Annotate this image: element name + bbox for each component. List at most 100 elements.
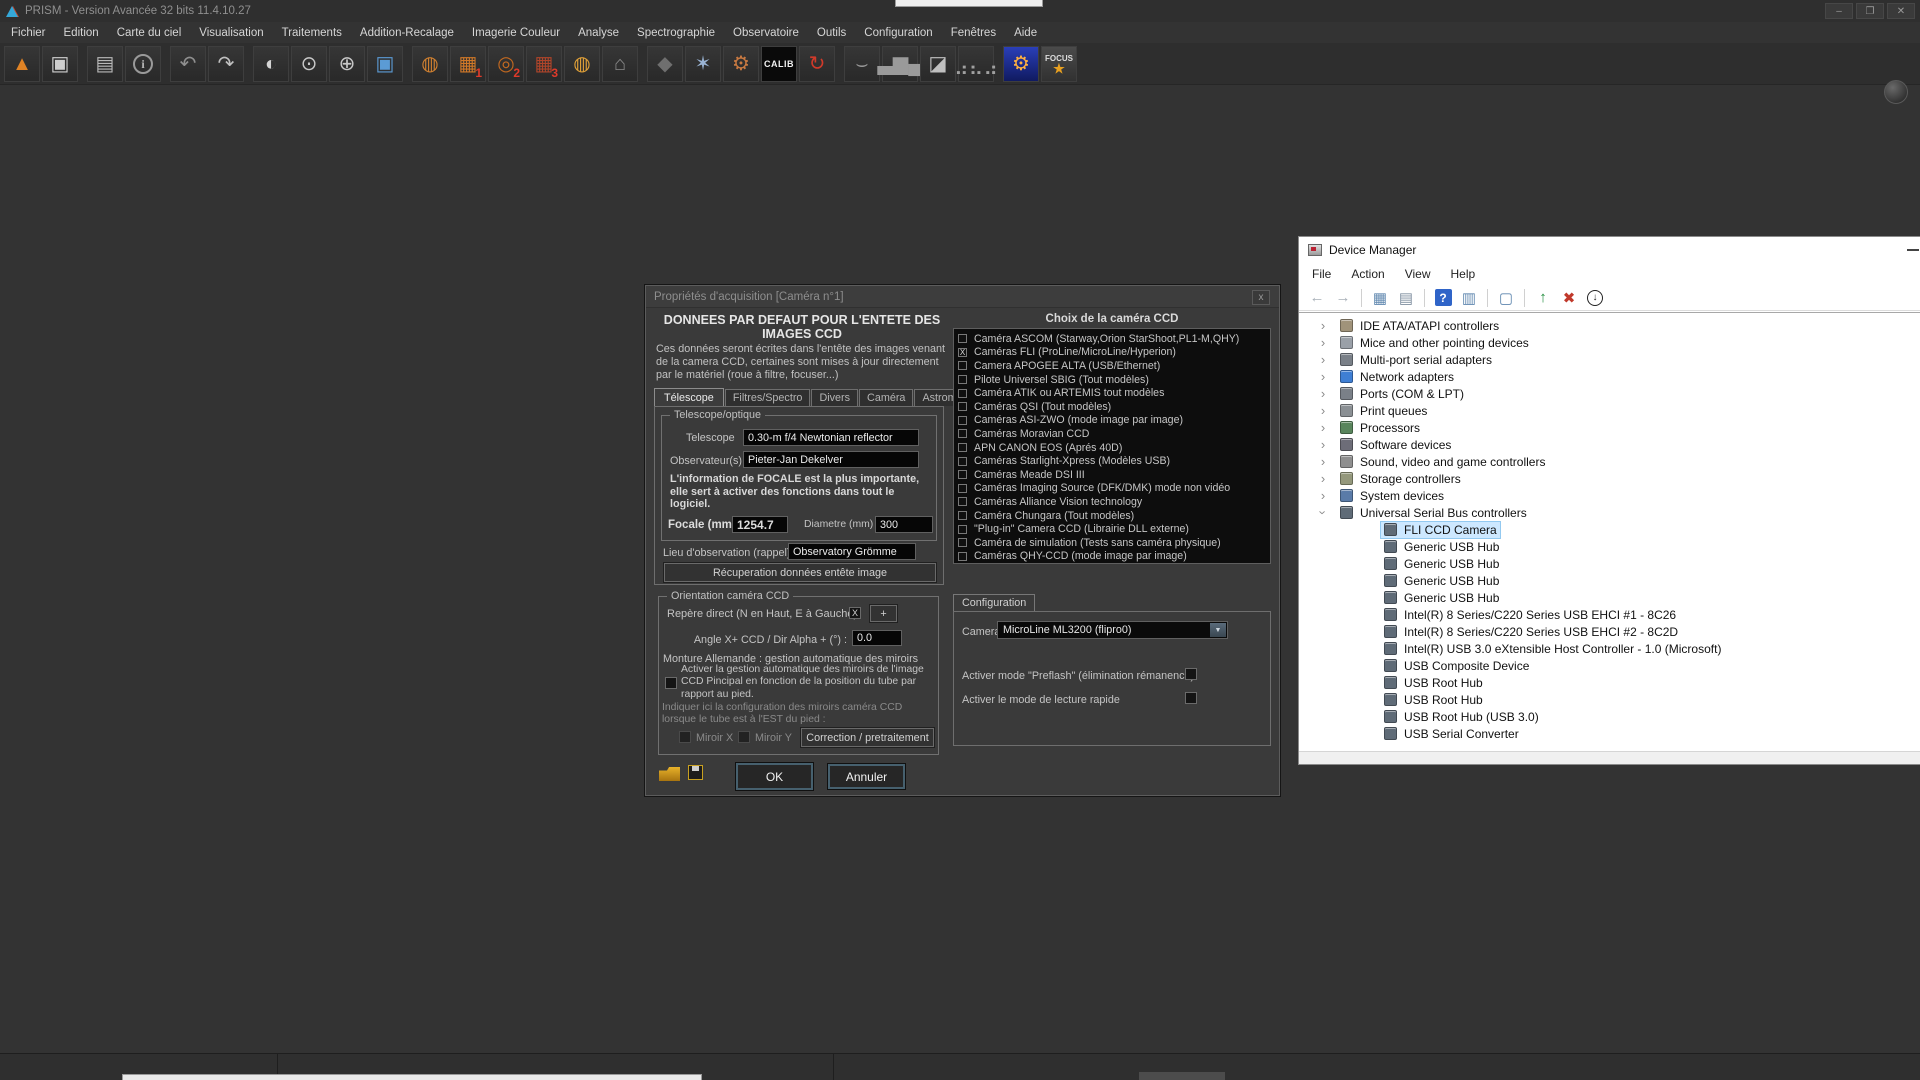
uninstall-icon[interactable]: ✖ (1558, 287, 1580, 309)
tree-item-body[interactable]: Generic USB Hub (1381, 556, 1502, 572)
tree-item-network-adapters[interactable]: ›Network adapters (1299, 368, 1920, 385)
camera-checkbox[interactable]: X (958, 348, 967, 357)
recuperation-button[interactable]: Récuperation données entête image (664, 563, 936, 582)
camera-list-item[interactable]: Caméras Alliance Vision technology (954, 495, 1270, 509)
expand-chevron-icon[interactable]: › (1315, 335, 1331, 350)
camera-3-icon[interactable]: ▦3 (526, 46, 562, 82)
expand-chevron-icon[interactable]: › (1315, 420, 1331, 435)
focus-icon[interactable]: FOCUS★ (1041, 46, 1077, 82)
tree-item-body[interactable]: Intel(R) USB 3.0 eXtensible Host Control… (1381, 641, 1724, 657)
tree-item-intel-r-8-series-c220-series-usb-ehci-1-8c26[interactable]: Intel(R) 8 Series/C220 Series USB EHCI #… (1299, 606, 1920, 623)
tree-item-body[interactable]: Ports (COM & LPT) (1337, 386, 1467, 402)
tree-item-body[interactable]: USB Root Hub (1381, 692, 1486, 708)
dm-menu-action[interactable]: Action (1341, 264, 1394, 284)
cancel-button[interactable]: Annuler (828, 764, 905, 789)
close-button[interactable]: ✕ (1887, 3, 1915, 19)
camera-1-icon[interactable]: ▦1 (450, 46, 486, 82)
tree-item-ide-ata-atapi-controllers[interactable]: ›IDE ATA/ATAPI controllers (1299, 317, 1920, 334)
restore-button[interactable]: ❐ (1856, 3, 1884, 19)
tree-item-generic-usb-hub[interactable]: Generic USB Hub (1299, 589, 1920, 606)
back-icon[interactable]: ← (1306, 287, 1328, 309)
camera-checkbox[interactable] (958, 525, 967, 534)
tree-item-body[interactable]: USB Root Hub (1381, 675, 1486, 691)
histogram-icon[interactable]: ▃▆▄ (882, 46, 918, 82)
tree-item-body[interactable]: Print queues (1337, 403, 1430, 419)
camera-checkbox[interactable] (958, 375, 967, 384)
minimize-button[interactable]: – (1825, 3, 1853, 19)
profile-icon[interactable]: ⣠⣄⣠ (958, 46, 994, 82)
tree-item-storage-controllers[interactable]: ›Storage controllers (1299, 470, 1920, 487)
tree-item-usb-root-hub[interactable]: USB Root Hub (1299, 674, 1920, 691)
dm-minimize-button[interactable] (1907, 249, 1919, 251)
menu-configuration[interactable]: Configuration (855, 24, 941, 42)
tree-item-generic-usb-hub[interactable]: Generic USB Hub (1299, 538, 1920, 555)
tree-item-body[interactable]: Generic USB Hub (1381, 539, 1502, 555)
camera-list-item[interactable]: Caméras Meade DSI III (954, 468, 1270, 482)
diametre-field[interactable]: 300 (875, 516, 933, 533)
tree-item-usb-root-hub-usb-3-0[interactable]: USB Root Hub (USB 3.0) (1299, 708, 1920, 725)
tree-item-body[interactable]: Software devices (1337, 437, 1454, 453)
tree-item-usb-serial-converter[interactable]: USB Serial Converter (1299, 725, 1920, 742)
matrix-icon[interactable]: ◪ (920, 46, 956, 82)
camera-checkbox[interactable] (958, 484, 967, 493)
sky-sphere-icon[interactable] (1884, 80, 1908, 104)
undo-icon[interactable]: ↶ (170, 46, 206, 82)
tree-item-multi-port-serial-adapters[interactable]: ›Multi-port serial adapters (1299, 351, 1920, 368)
menu-aide[interactable]: Aide (1005, 24, 1046, 42)
flat-field-icon[interactable]: ◍ (412, 46, 448, 82)
correction-button[interactable]: Correction / pretraitement (801, 728, 934, 747)
help-icon[interactable]: ? (1432, 287, 1454, 309)
image-view-icon[interactable]: ▣ (367, 46, 403, 82)
camera-list-item[interactable]: Caméras ASI-ZWO (mode image par image) (954, 414, 1270, 428)
dm-titlebar[interactable]: Device Manager (1299, 237, 1920, 263)
tree-item-intel-r-8-series-c220-series-usb-ehci-2-8c2d[interactable]: Intel(R) 8 Series/C220 Series USB EHCI #… (1299, 623, 1920, 640)
tools-icon[interactable]: ⚙ (723, 46, 759, 82)
star-sphere-icon[interactable]: ✶ (685, 46, 721, 82)
forward-icon[interactable]: → (1332, 287, 1354, 309)
scan-hardware-icon[interactable]: ▢ (1495, 287, 1517, 309)
camera-checkbox[interactable] (958, 334, 967, 343)
menu-observatoire[interactable]: Observatoire (724, 24, 808, 42)
camera-checkbox[interactable] (958, 361, 967, 370)
tree-item-generic-usb-hub[interactable]: Generic USB Hub (1299, 572, 1920, 589)
camera-list-item[interactable]: Caméras Starlight-Xpress (Modèles USB) (954, 454, 1270, 468)
expand-chevron-icon[interactable]: › (1315, 386, 1331, 401)
camera-list-item[interactable]: Caméras Imaging Source (DFK/DMK) mode no… (954, 482, 1270, 496)
update-driver-icon[interactable]: ↑ (1532, 287, 1554, 309)
tree-item-body[interactable]: Processors (1337, 420, 1423, 436)
dialog-titlebar[interactable]: Propriétés d'acquisition [Caméra n°1] (646, 286, 1279, 308)
dm-menu-view[interactable]: View (1395, 264, 1441, 284)
tree-item-system-devices[interactable]: ›System devices (1299, 487, 1920, 504)
expand-chevron-icon[interactable]: › (1315, 488, 1331, 503)
tree-item-ports-com-lpt[interactable]: › Ports (COM & LPT) (1299, 385, 1920, 402)
menu-fen-tres[interactable]: Fenêtres (942, 24, 1005, 42)
expand-chevron-icon[interactable]: › (1315, 454, 1331, 469)
fast-read-checkbox[interactable] (1185, 692, 1197, 704)
camera-list-item[interactable]: APN CANON EOS (Aprés 40D) (954, 441, 1270, 455)
tree-item-intel-r-usb-3-0-extensible-host-controller-1-0-microsoft[interactable]: Intel(R) USB 3.0 eXtensible Host Control… (1299, 640, 1920, 657)
observer-field[interactable]: Pieter-Jan Dekelver (743, 451, 919, 468)
tree-item-body[interactable]: Mice and other pointing devices (1337, 335, 1532, 351)
properties-icon[interactable]: ▤ (1395, 287, 1417, 309)
camera-list-item[interactable]: Pilote Universel SBIG (Tout modèles) (954, 373, 1270, 387)
tree-item-body[interactable]: Generic USB Hub (1381, 573, 1502, 589)
expand-chevron-icon[interactable]: › (1315, 369, 1331, 384)
focale-field[interactable]: 1254.7 (732, 516, 788, 533)
disable-icon[interactable]: ↓ (1584, 287, 1606, 309)
observatory-icon[interactable]: ⌂ (602, 46, 638, 82)
devices-by-type-icon[interactable]: ▥ (1458, 287, 1480, 309)
camera-list-item[interactable]: XCaméras FLI (ProLine/MicroLine/Hyperion… (954, 346, 1270, 360)
camera-list-item[interactable]: Caméra ASCOM (Starway,Orion StarShoot,PL… (954, 332, 1270, 346)
camera-list-item[interactable]: Caméra de simulation (Tests sans caméra … (954, 536, 1270, 550)
camera-checkbox[interactable] (958, 402, 967, 411)
tree-item-body[interactable]: USB Composite Device (1381, 658, 1532, 674)
tab-t-lescope[interactable]: Télescope (654, 388, 724, 407)
tree-item-body[interactable]: USB Serial Converter (1381, 726, 1522, 742)
zoom-icon[interactable]: ⊙ (291, 46, 327, 82)
menu-addition-recalage[interactable]: Addition-Recalage (351, 24, 463, 42)
plus-button[interactable]: + (870, 605, 897, 622)
tree-item-body[interactable]: Storage controllers (1337, 471, 1464, 487)
prism-file-icon[interactable]: ▲ (4, 46, 40, 82)
reload-icon[interactable]: ↻ (799, 46, 835, 82)
dm-menu-help[interactable]: Help (1441, 264, 1486, 284)
